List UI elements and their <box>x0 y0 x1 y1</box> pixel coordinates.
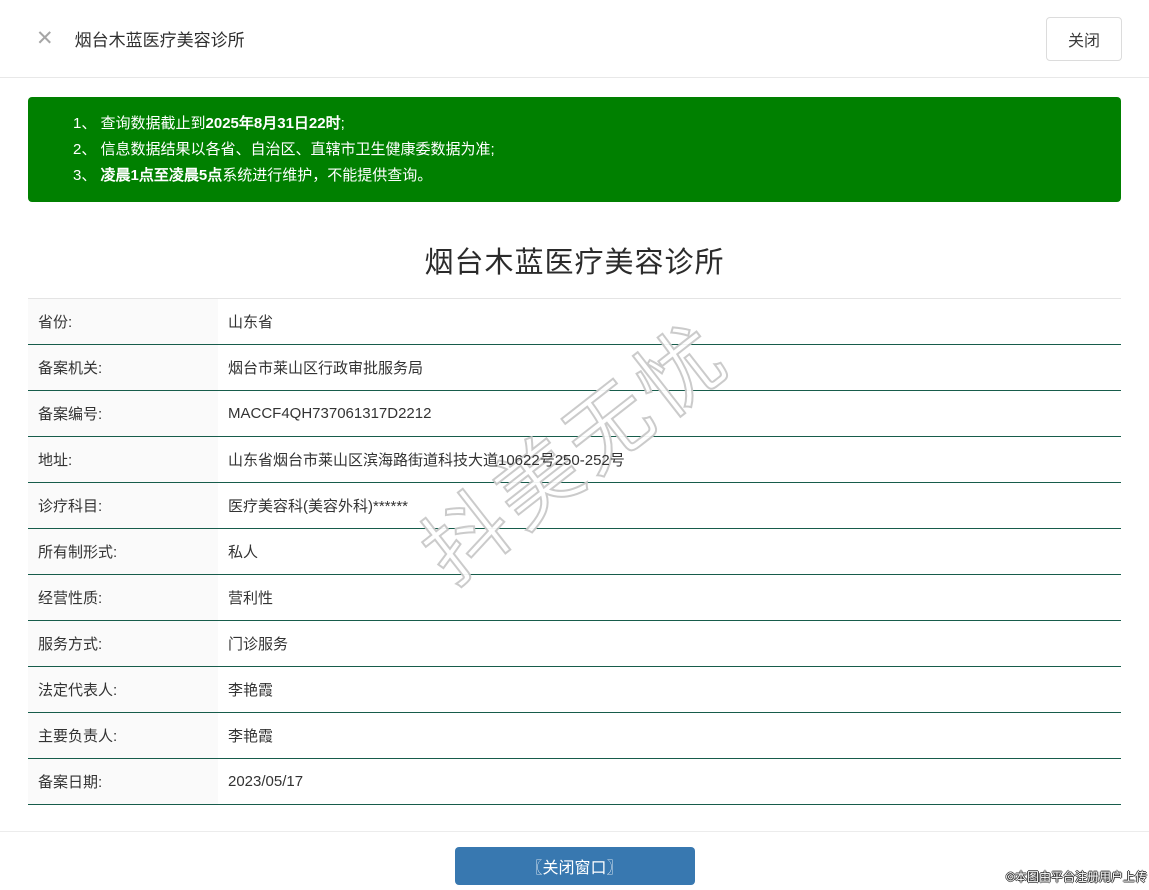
row-value: MACCF4QH737061317D2212 <box>218 391 1121 436</box>
row-value: 烟台市莱山区行政审批服务局 <box>218 345 1121 390</box>
table-row-main-person-in-charge: 主要负责人: 李艳霞 <box>28 713 1121 759</box>
row-label: 法定代表人: <box>28 667 218 712</box>
row-label: 地址: <box>28 437 218 482</box>
table-row-business-nature: 经营性质: 营利性 <box>28 575 1121 621</box>
table-row-filing-authority: 备案机关: 烟台市莱山区行政审批服务局 <box>28 345 1121 391</box>
row-value: 李艳霞 <box>218 667 1121 712</box>
table-row-treatment-subjects: 诊疗科目: 医疗美容科(美容外科)****** <box>28 483 1121 529</box>
row-value: 李艳霞 <box>218 713 1121 758</box>
window-title: 烟台木蓝医疗美容诊所 <box>75 26 245 51</box>
notice-line-2: 2、 信息数据结果以各省、自治区、直辖市卫生健康委数据为准; <box>73 137 1101 163</box>
row-label: 备案编号: <box>28 391 218 436</box>
table-row-filing-number: 备案编号: MACCF4QH737061317D2212 <box>28 391 1121 437</box>
top-bar: ✕ 烟台木蓝医疗美容诊所 关闭 <box>0 0 1149 78</box>
row-value: 2023/05/17 <box>218 759 1121 804</box>
notice-line-3: 3、 凌晨1点至凌晨5点系统进行维护，不能提供查询。 <box>73 163 1101 189</box>
page: ✕ 烟台木蓝医疗美容诊所 关闭 1、 查询数据截止到2025年8月31日22时;… <box>0 0 1149 890</box>
close-window-button[interactable]: 〖关闭窗口〗 <box>455 847 695 885</box>
row-value: 门诊服务 <box>218 621 1121 666</box>
row-label: 诊疗科目: <box>28 483 218 528</box>
table-row-filing-date: 备案日期: 2023/05/17 <box>28 759 1121 805</box>
table-row-legal-representative: 法定代表人: 李艳霞 <box>28 667 1121 713</box>
row-value: 医疗美容科(美容外科)****** <box>218 483 1121 528</box>
page-title: 烟台木蓝医疗美容诊所 <box>0 239 1149 281</box>
close-button[interactable]: 关闭 <box>1046 17 1122 61</box>
row-label: 所有制形式: <box>28 529 218 574</box>
info-table: 省份: 山东省 备案机关: 烟台市莱山区行政审批服务局 备案编号: MACCF4… <box>28 298 1121 805</box>
table-row-service-mode: 服务方式: 门诊服务 <box>28 621 1121 667</box>
table-row-province: 省份: 山东省 <box>28 299 1121 345</box>
row-label: 备案机关: <box>28 345 218 390</box>
footer-divider <box>0 831 1149 832</box>
notice-line-1: 1、 查询数据截止到2025年8月31日22时; <box>73 111 1101 137</box>
row-value: 山东省 <box>218 299 1121 344</box>
close-x-icon[interactable]: ✕ <box>36 28 54 49</box>
table-row-ownership-form: 所有制形式: 私人 <box>28 529 1121 575</box>
row-label: 省份: <box>28 299 218 344</box>
table-row-address: 地址: 山东省烟台市莱山区滨海路街道科技大道10622号250-252号 <box>28 437 1121 483</box>
image-credit: ©本图由平台注册用户上传 <box>1006 868 1147 885</box>
row-value: 山东省烟台市莱山区滨海路街道科技大道10622号250-252号 <box>218 437 1121 482</box>
row-label: 主要负责人: <box>28 713 218 758</box>
row-value: 营利性 <box>218 575 1121 620</box>
row-label: 服务方式: <box>28 621 218 666</box>
row-label: 经营性质: <box>28 575 218 620</box>
notice-box: 1、 查询数据截止到2025年8月31日22时; 2、 信息数据结果以各省、自治… <box>28 97 1121 202</box>
row-value: 私人 <box>218 529 1121 574</box>
row-label: 备案日期: <box>28 759 218 804</box>
